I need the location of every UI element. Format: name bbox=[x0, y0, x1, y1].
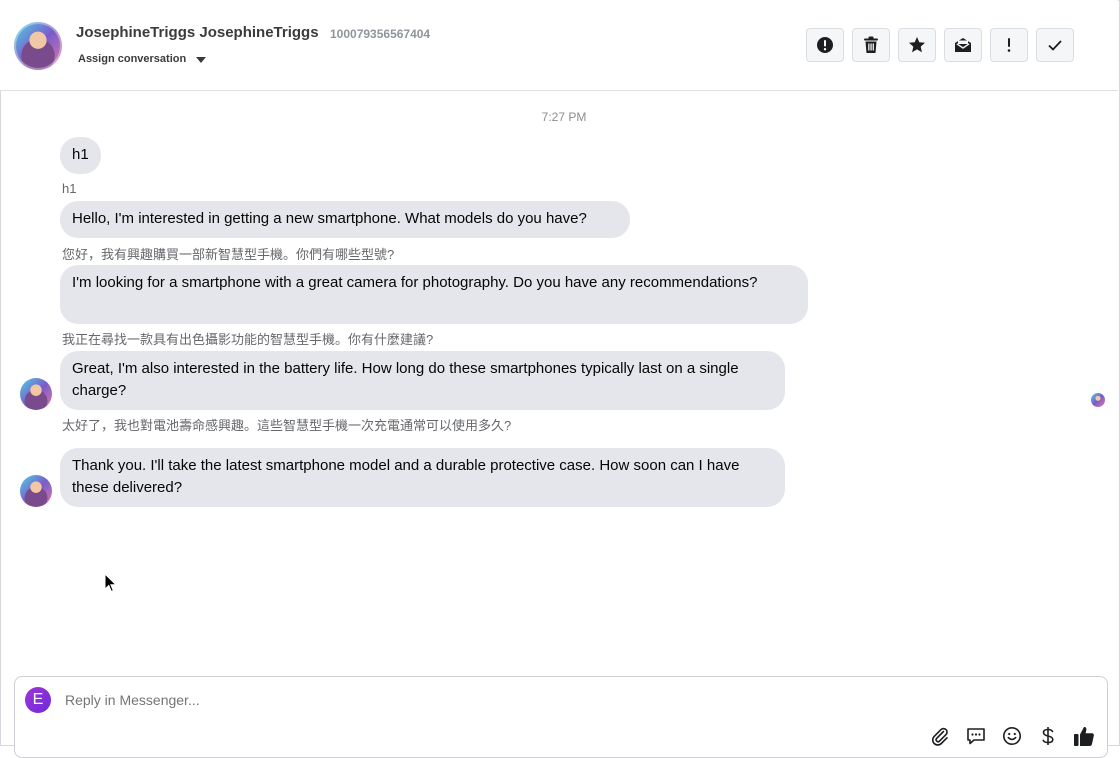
sender-avatar bbox=[20, 475, 52, 507]
message-timestamp: 7:27 PM bbox=[541, 110, 587, 124]
reply-toolbar bbox=[929, 725, 1095, 747]
contact-avatar[interactable] bbox=[14, 22, 62, 70]
message-bubble[interactable]: Hello, I'm interested in getting a new s… bbox=[60, 201, 630, 238]
assign-conversation-label: Assign conversation bbox=[78, 53, 187, 65]
saved-reply-button[interactable] bbox=[965, 725, 987, 747]
message-translation: h1 bbox=[62, 181, 77, 196]
mark-unread-button[interactable] bbox=[944, 28, 982, 62]
like-button[interactable] bbox=[1073, 725, 1095, 747]
paperclip-icon bbox=[931, 727, 948, 746]
message-bubble[interactable]: Great, I'm also interested in the batter… bbox=[60, 351, 785, 410]
emoji-button[interactable] bbox=[1001, 725, 1023, 747]
saved-reply-icon bbox=[967, 728, 985, 745]
page-avatar: E bbox=[25, 687, 51, 713]
exclamation-icon bbox=[1007, 38, 1011, 52]
conversation-toolbar bbox=[806, 28, 1074, 62]
trash-icon bbox=[864, 36, 878, 53]
mark-unread-icon bbox=[955, 38, 971, 52]
message-translation: 太好了，我也對電池壽命感興趣。這些智慧型手機一次充電通常可以使用多久? bbox=[62, 418, 512, 433]
spam-button[interactable] bbox=[806, 28, 844, 62]
sender-avatar bbox=[20, 378, 52, 410]
seen-indicator-avatar bbox=[1091, 393, 1105, 407]
emoji-icon bbox=[1003, 727, 1021, 745]
follow-up-button[interactable] bbox=[990, 28, 1028, 62]
assign-conversation-dropdown[interactable]: Assign conversation bbox=[78, 53, 207, 65]
star-icon bbox=[909, 37, 925, 53]
dollar-icon bbox=[1042, 727, 1054, 745]
attach-button[interactable] bbox=[929, 725, 951, 747]
message-translation: 我正在尋找一款具有出色攝影功能的智慧型手機。你有什麼建議? bbox=[62, 332, 434, 347]
message-translation: 您好，我有興趣購買一部新智慧型手機。你們有哪些型號? bbox=[62, 247, 395, 262]
message-bubble[interactable]: h1 bbox=[60, 137, 101, 174]
contact-user-id: 100079356567404 bbox=[330, 27, 431, 41]
mark-done-button[interactable] bbox=[1036, 28, 1074, 62]
delete-button[interactable] bbox=[852, 28, 890, 62]
message-bubble[interactable]: I'm looking for a smartphone with a grea… bbox=[60, 265, 808, 324]
thumbs-up-icon bbox=[1074, 726, 1094, 746]
conversation-header: JosephineTriggs JosephineTriggs 10007935… bbox=[0, 0, 1118, 91]
mouse-cursor-icon bbox=[104, 573, 118, 593]
star-button[interactable] bbox=[898, 28, 936, 62]
reply-input[interactable] bbox=[63, 691, 867, 709]
payment-button[interactable] bbox=[1037, 725, 1059, 747]
message-bubble[interactable]: Thank you. I'll take the latest smartpho… bbox=[60, 448, 785, 507]
contact-name[interactable]: JosephineTriggs JosephineTriggs bbox=[76, 24, 319, 41]
alert-circle-icon bbox=[817, 37, 833, 53]
caret-down-icon bbox=[196, 56, 207, 63]
check-icon bbox=[1048, 40, 1062, 51]
